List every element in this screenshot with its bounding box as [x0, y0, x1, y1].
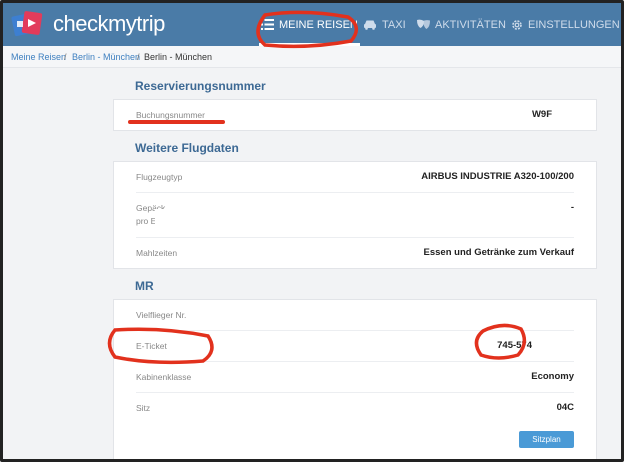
nav-taxi[interactable]: TAXI — [363, 3, 406, 46]
gear-icon — [511, 19, 523, 31]
eticket-value: 745-574 — [497, 340, 532, 351]
booking-number-value: W9F — [531, 109, 552, 120]
frequent-flyer-label: Vielflieger Nr. — [136, 310, 187, 320]
brand-name[interactable]: checkmytrip — [53, 11, 165, 37]
baggage-value: - — [570, 202, 574, 213]
list-icon — [261, 19, 274, 30]
redacted-name — [155, 209, 263, 227]
nav-label: MEINE REISEN — [279, 18, 358, 31]
row-divider — [136, 192, 574, 193]
section-title-reservation: Reservierungsnummer — [135, 79, 266, 93]
app-window: checkmytrip MEINE REISEN TAXI AKTIVITÄTE… — [0, 0, 624, 462]
breadcrumb-separator: / — [137, 52, 140, 62]
nav-label: TAXI — [382, 18, 406, 31]
reservation-card: Buchungsnummer W9F — [113, 99, 597, 131]
passenger-card: Vielflieger Nr. E-Ticket 745-574 Kabinen… — [113, 299, 597, 459]
row-divider — [136, 392, 574, 393]
meals-label: Mahlzeiten — [136, 248, 178, 258]
seat-map-button[interactable]: Sitzplan — [519, 431, 574, 448]
section-title-passenger: MR — [135, 279, 154, 293]
row-divider — [136, 330, 574, 331]
breadcrumb-separator: / — [64, 52, 67, 62]
checkmytrip-logo-icon[interactable] — [11, 9, 51, 39]
breadcrumb-link-meine-reisen[interactable]: Meine Reisen — [11, 52, 66, 62]
aircraft-type-label: Flugzeugtyp — [136, 172, 183, 182]
seat-value: 04C — [556, 402, 574, 413]
nav-aktivitaeten[interactable]: AKTIVITÄTEN — [417, 3, 506, 46]
row-divider — [136, 361, 574, 362]
nav-einstellungen[interactable]: EINSTELLUNGEN — [511, 3, 620, 46]
breadcrumb-link-route[interactable]: Berlin - München — [72, 52, 140, 62]
taxi-icon — [363, 19, 377, 30]
seat-label: Sitz — [136, 403, 151, 413]
row-divider — [136, 237, 574, 238]
nav-label: EINSTELLUNGEN — [528, 18, 620, 31]
cabin-class-label: Kabinenklasse — [136, 372, 192, 382]
aircraft-type-value: AIRBUS INDUSTRIE A320-100/200 — [421, 171, 574, 182]
section-title-flight: Weitere Flugdaten — [135, 141, 239, 155]
eticket-label: E-Ticket — [136, 341, 167, 351]
breadcrumb: Meine Reisen / Berlin - München / Berlin… — [3, 46, 621, 68]
breadcrumb-current: Berlin - München — [144, 52, 213, 62]
meals-value: Essen und Getränke zum Verkauf — [423, 247, 574, 258]
nav-label: AKTIVITÄTEN — [435, 18, 506, 31]
masks-icon — [417, 19, 430, 30]
top-navigation-bar: checkmytrip MEINE REISEN TAXI AKTIVITÄTE… — [3, 3, 621, 46]
nav-meine-reisen[interactable]: MEINE REISEN — [259, 3, 360, 46]
cabin-class-value: Economy — [531, 371, 574, 382]
booking-number-label: Buchungsnummer — [136, 110, 205, 120]
main-content: Reservierungsnummer Buchungsnummer W9F W… — [3, 68, 621, 459]
